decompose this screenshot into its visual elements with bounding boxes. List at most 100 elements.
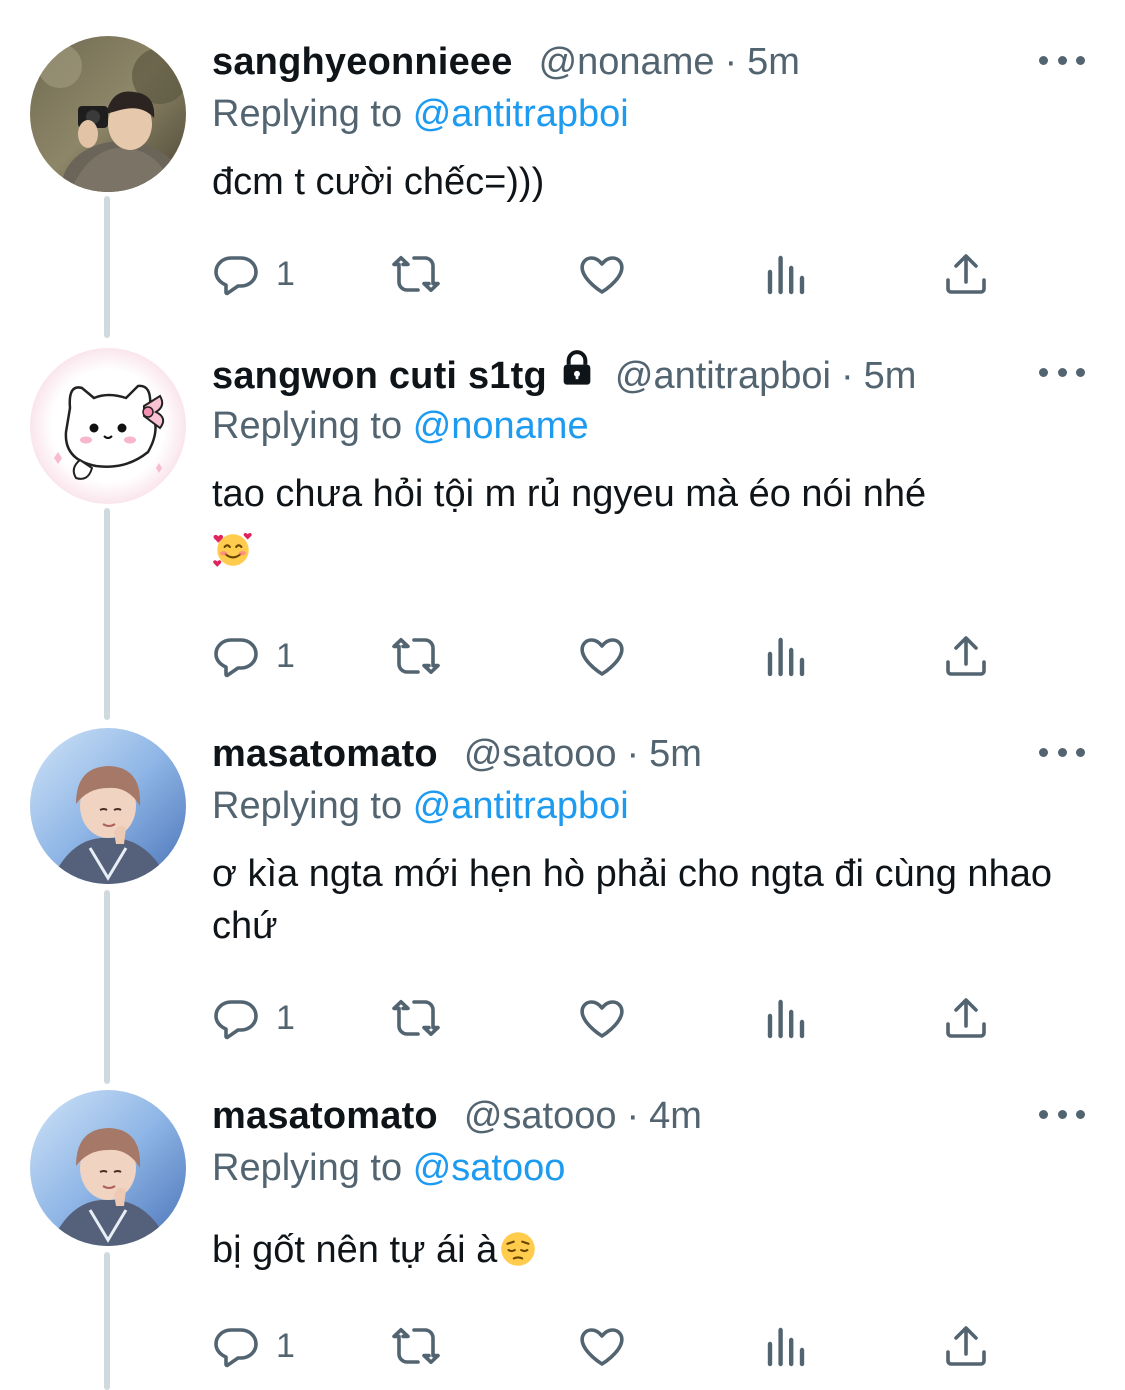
retweet-icon bbox=[392, 1000, 440, 1036]
reply-button[interactable]: 1 bbox=[212, 630, 295, 682]
display-name[interactable]: sangwon cuti s1tg bbox=[212, 350, 547, 402]
timestamp[interactable]: 5m bbox=[747, 36, 800, 88]
like-button[interactable] bbox=[578, 1320, 626, 1372]
replying-to: Replying to @noname bbox=[212, 400, 1085, 452]
heart-icon bbox=[580, 1328, 624, 1366]
more-options-icon[interactable] bbox=[1039, 742, 1085, 762]
thread-line bbox=[104, 508, 110, 720]
reply-icon bbox=[214, 1000, 258, 1040]
analytics-icon bbox=[767, 1327, 805, 1367]
action-bar: 1 bbox=[212, 992, 1012, 1044]
user-handle[interactable]: @antitrapboi bbox=[615, 350, 831, 402]
display-name[interactable]: masatomato bbox=[212, 728, 438, 780]
separator-dot: · bbox=[724, 41, 738, 83]
tweet-text-content: bị gốt nên tự ái à bbox=[212, 1229, 498, 1271]
replying-to: Replying to @satooo bbox=[212, 1142, 1085, 1194]
tweet-text: đcm t cười chếc=))) bbox=[212, 156, 1092, 208]
reply-icon bbox=[214, 256, 258, 296]
thread-line bbox=[104, 890, 110, 1084]
reply-button[interactable]: 1 bbox=[212, 992, 295, 1044]
mention-link[interactable]: @antitrapboi bbox=[413, 93, 629, 135]
like-button[interactable] bbox=[578, 630, 626, 682]
display-name[interactable]: sanghyeonnieee bbox=[212, 36, 513, 88]
tweet-text-content: đcm t cười chếc=))) bbox=[212, 161, 545, 203]
user-avatar[interactable] bbox=[30, 728, 186, 884]
retweet-button[interactable] bbox=[392, 992, 440, 1044]
views-button[interactable] bbox=[762, 992, 810, 1044]
more-options-icon[interactable] bbox=[1039, 1104, 1085, 1124]
photo-avatar-icon bbox=[30, 728, 186, 884]
user-handle[interactable]: @satooo bbox=[464, 728, 617, 780]
mention-link[interactable]: @antitrapboi bbox=[413, 785, 629, 827]
tweet-header: masatomato @satooo · 4m bbox=[212, 1090, 1085, 1142]
cartoon-cat-avatar-icon bbox=[30, 348, 186, 504]
tweet-header: sangwon cuti s1tg @antitrapboi · 5m bbox=[212, 348, 1085, 400]
replying-prefix: Replying to bbox=[212, 93, 403, 135]
action-bar: 1 bbox=[212, 630, 1012, 682]
analytics-icon bbox=[767, 637, 805, 677]
share-button[interactable] bbox=[942, 992, 990, 1044]
share-icon bbox=[946, 1326, 986, 1366]
mention-link[interactable]: @noname bbox=[413, 405, 589, 447]
tweet-text: bị gốt nên tự ái à bbox=[212, 1224, 1092, 1276]
replying-to: Replying to @antitrapboi bbox=[212, 780, 1085, 832]
reply-icon bbox=[214, 1328, 258, 1368]
tweet-header: sanghyeonnieee @noname · 5m bbox=[212, 36, 1085, 88]
user-handle[interactable]: @noname bbox=[539, 36, 715, 88]
share-icon bbox=[946, 998, 986, 1038]
like-button[interactable] bbox=[578, 992, 626, 1044]
tweet-text-content: tao chưa hỏi tội m rủ ngyeu mà éo nói nh… bbox=[212, 473, 927, 515]
retweet-button[interactable] bbox=[392, 248, 440, 300]
reply-thread: sanghyeonnieee @noname · 5m Replying to … bbox=[0, 0, 1125, 1390]
reply-count: 1 bbox=[276, 254, 295, 293]
reply-count: 1 bbox=[276, 636, 295, 675]
share-icon bbox=[946, 254, 986, 294]
tweet-text: tao chưa hỏi tội m rủ ngyeu mà éo nói nh… bbox=[212, 468, 1092, 576]
action-bar: 1 bbox=[212, 1320, 1012, 1372]
timestamp[interactable]: 4m bbox=[649, 1090, 702, 1142]
share-button[interactable] bbox=[942, 630, 990, 682]
user-avatar[interactable] bbox=[30, 36, 186, 192]
reply-count: 1 bbox=[276, 998, 295, 1037]
photo-avatar-icon bbox=[30, 36, 186, 192]
share-icon bbox=[946, 636, 986, 676]
share-button[interactable] bbox=[942, 248, 990, 300]
share-button[interactable] bbox=[942, 1320, 990, 1372]
heart-icon bbox=[580, 256, 624, 294]
display-name[interactable]: masatomato bbox=[212, 1090, 438, 1142]
analytics-icon bbox=[767, 999, 805, 1039]
action-bar: 1 bbox=[212, 248, 1012, 300]
user-avatar[interactable] bbox=[30, 1090, 186, 1246]
retweet-button[interactable] bbox=[392, 1320, 440, 1372]
user-avatar[interactable] bbox=[30, 348, 186, 504]
replying-prefix: Replying to bbox=[212, 405, 403, 447]
user-handle[interactable]: @satooo bbox=[464, 1090, 617, 1142]
heart-icon bbox=[580, 1000, 624, 1038]
more-options-icon[interactable] bbox=[1039, 362, 1085, 382]
tweet-text-content: ơ kìa ngta mới hẹn hò phải cho ngta đi c… bbox=[212, 853, 1052, 947]
pensive-face-emoji bbox=[497, 1228, 539, 1270]
replying-prefix: Replying to bbox=[212, 1147, 403, 1189]
retweet-icon bbox=[392, 1328, 440, 1364]
retweet-button[interactable] bbox=[392, 630, 440, 682]
separator-dot: · bbox=[626, 1095, 640, 1137]
views-button[interactable] bbox=[762, 630, 810, 682]
timestamp[interactable]: 5m bbox=[649, 728, 702, 780]
smiling-face-with-hearts-emoji bbox=[212, 528, 254, 570]
timestamp[interactable]: 5m bbox=[864, 350, 917, 402]
like-button[interactable] bbox=[578, 248, 626, 300]
reply-icon bbox=[214, 638, 258, 678]
tweet-header: masatomato @satooo · 5m bbox=[212, 728, 1085, 780]
more-options-icon[interactable] bbox=[1039, 50, 1085, 70]
reply-button[interactable]: 1 bbox=[212, 1320, 295, 1372]
retweet-icon bbox=[392, 256, 440, 292]
separator-dot: · bbox=[840, 355, 854, 397]
views-button[interactable] bbox=[762, 248, 810, 300]
analytics-icon bbox=[767, 255, 805, 295]
mention-link[interactable]: @satooo bbox=[413, 1147, 566, 1189]
views-button[interactable] bbox=[762, 1320, 810, 1372]
retweet-icon bbox=[392, 638, 440, 674]
tweet-text: ơ kìa ngta mới hẹn hò phải cho ngta đi c… bbox=[212, 848, 1092, 952]
reply-count: 1 bbox=[276, 1326, 295, 1365]
reply-button[interactable]: 1 bbox=[212, 248, 295, 300]
